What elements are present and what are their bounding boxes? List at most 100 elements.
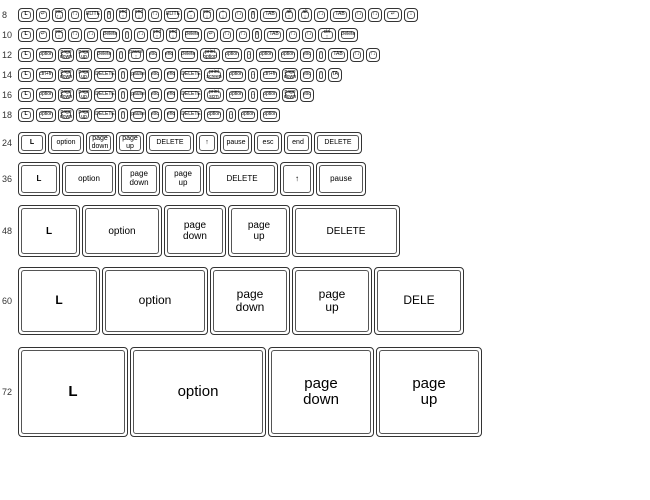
key-row12-13[interactable]: option [256, 48, 276, 62]
key-row8-8[interactable]: ↑↓ [148, 8, 162, 22]
key-row10-13[interactable]: ↑↓ [236, 28, 250, 42]
key-row12-15[interactable]: esc [300, 48, 314, 62]
key-row36-4[interactable]: DELETE [206, 162, 278, 196]
key-row16-13[interactable]: option [260, 88, 280, 102]
key-row18-12[interactable]: option [238, 108, 258, 122]
key-row10-16[interactable]: ↑↓ [286, 28, 300, 42]
key-row14-15[interactable]: esc [300, 68, 314, 82]
key-row8-5[interactable]: T [104, 8, 114, 22]
key-row8-6[interactable]: end ↑ [116, 8, 130, 22]
key-row18-3[interactable]: page up [76, 108, 92, 122]
key-row12-9[interactable]: Delete [178, 48, 198, 62]
key-row10-14[interactable]: T [252, 28, 262, 42]
key-row8-9[interactable]: ELITE [164, 8, 182, 22]
key-row16-9[interactable]: DELETE [180, 88, 202, 102]
key-row16-15[interactable]: esc [300, 88, 314, 102]
key-row8-3[interactable]: ↑↓ [68, 8, 82, 22]
key-row10-12[interactable]: ↑↓ [220, 28, 234, 42]
key-row12-19[interactable]: ↑↓ [366, 48, 380, 62]
key-row10-11[interactable]: ↵ [204, 28, 218, 42]
key-row8-4[interactable]: ELITE [84, 8, 102, 22]
key-row60-0[interactable]: L [18, 267, 100, 335]
key-row48-4[interactable]: DELETE [292, 205, 400, 257]
key-row36-6[interactable]: pause [316, 162, 366, 196]
key-row14-10[interactable]: print screen [204, 68, 224, 82]
key-row36-5[interactable]: ↑ [280, 162, 314, 196]
key-row18-13[interactable]: option [260, 108, 280, 122]
key-row14-14[interactable]: page down [282, 68, 298, 82]
key-row8-10[interactable]: ↵ ↑ [184, 8, 198, 22]
key-row16-5[interactable]: ↑ [118, 88, 128, 102]
key-row8-7[interactable]: end ↓ [132, 8, 146, 22]
key-row48-2[interactable]: page down [164, 205, 226, 257]
key-row48-1[interactable]: option [82, 205, 162, 257]
key-row24-6[interactable]: pause [220, 132, 252, 154]
key-row12-17[interactable]: TAB [328, 48, 348, 62]
key-row8-14[interactable]: T [248, 8, 258, 22]
key-row18-8[interactable]: end [164, 108, 178, 122]
key-row16-3[interactable]: page up [76, 88, 92, 102]
key-row10-4[interactable]: ↑↓ [84, 28, 98, 42]
key-row16-4[interactable]: DELETE [94, 88, 116, 102]
key-row8-17[interactable]: alt ↓ [298, 8, 312, 22]
key-row12-4[interactable]: Delete [94, 48, 114, 62]
key-row16-7[interactable]: esc [148, 88, 162, 102]
key-row60-1[interactable]: option [102, 267, 208, 335]
key-row12-2[interactable]: page down [58, 48, 74, 62]
key-row8-19[interactable]: TAB [330, 8, 350, 22]
key-row36-1[interactable]: option [62, 162, 116, 196]
key-row10-17[interactable]: ↑↓ [302, 28, 316, 42]
key-row12-8[interactable]: end [162, 48, 176, 62]
key-row14-9[interactable]: DELETE [180, 68, 202, 82]
key-row8-16[interactable]: alt ↑ [282, 8, 296, 22]
key-row24-4[interactable]: DELETE [146, 132, 194, 154]
key-row12-11[interactable]: option [222, 48, 242, 62]
key-row14-1[interactable]: ctrl+fn [36, 68, 56, 82]
key-row12-1[interactable]: option [36, 48, 56, 62]
key-row8-13[interactable]: ↑↓ [232, 8, 246, 22]
key-row10-10[interactable]: Delete [182, 28, 202, 42]
key-row10-15[interactable]: TAB [264, 28, 284, 42]
key-row72-2[interactable]: page down [268, 347, 374, 437]
key-row24-0[interactable]: L [18, 132, 46, 154]
key-row24-5[interactable]: ↑ [196, 132, 218, 154]
key-row24-9[interactable]: DELETE [314, 132, 362, 154]
key-row18-7[interactable]: esc [148, 108, 162, 122]
key-row12-3[interactable]: page up [76, 48, 92, 62]
key-row10-8[interactable]: end ↑ [150, 28, 164, 42]
key-row60-3[interactable]: page up [292, 267, 372, 335]
key-row10-9[interactable]: end ↓ [166, 28, 180, 42]
key-row16-10[interactable]: print scrn [204, 88, 224, 102]
key-row10-0[interactable]: L [18, 28, 34, 42]
key-row8-11[interactable]: esc ↓ [200, 8, 214, 22]
key-row36-0[interactable]: L [18, 162, 60, 196]
key-row60-4[interactable]: DELE [374, 267, 464, 335]
key-row24-7[interactable]: esc [254, 132, 282, 154]
key-row12-7[interactable]: esc [146, 48, 160, 62]
key-row18-11[interactable]: → [226, 108, 236, 122]
key-row10-7[interactable]: ↑↓ [134, 28, 148, 42]
key-row12-18[interactable]: ↑↓ [350, 48, 364, 62]
key-row8-23[interactable]: ↓ [404, 8, 418, 22]
key-row14-11[interactable]: option [226, 68, 246, 82]
key-row12-12[interactable]: → [244, 48, 254, 62]
key-row48-3[interactable]: page up [228, 205, 290, 257]
key-row14-4[interactable]: DELETE [94, 68, 116, 82]
key-row12-14[interactable]: option [278, 48, 298, 62]
key-row16-6[interactable]: pause [130, 88, 146, 102]
key-row24-2[interactable]: page down [86, 132, 114, 154]
key-row14-6[interactable]: pause [130, 68, 146, 82]
key-row18-4[interactable]: DELETE [94, 108, 116, 122]
key-row18-0[interactable]: L [18, 108, 34, 122]
key-row48-0[interactable]: L [18, 205, 80, 257]
key-row24-1[interactable]: option [48, 132, 84, 154]
key-row8-1[interactable]: ↵ [36, 8, 50, 22]
key-row10-3[interactable]: ↑↓ [68, 28, 82, 42]
key-row10-1[interactable]: ↵ [36, 28, 50, 42]
key-row14-7[interactable]: esc [148, 68, 162, 82]
key-row18-10[interactable]: option [204, 108, 224, 122]
key-row72-1[interactable]: option [130, 347, 266, 437]
key-row72-0[interactable]: L [18, 347, 128, 437]
key-row24-8[interactable]: end [284, 132, 312, 154]
key-row14-0[interactable]: L [18, 68, 34, 82]
